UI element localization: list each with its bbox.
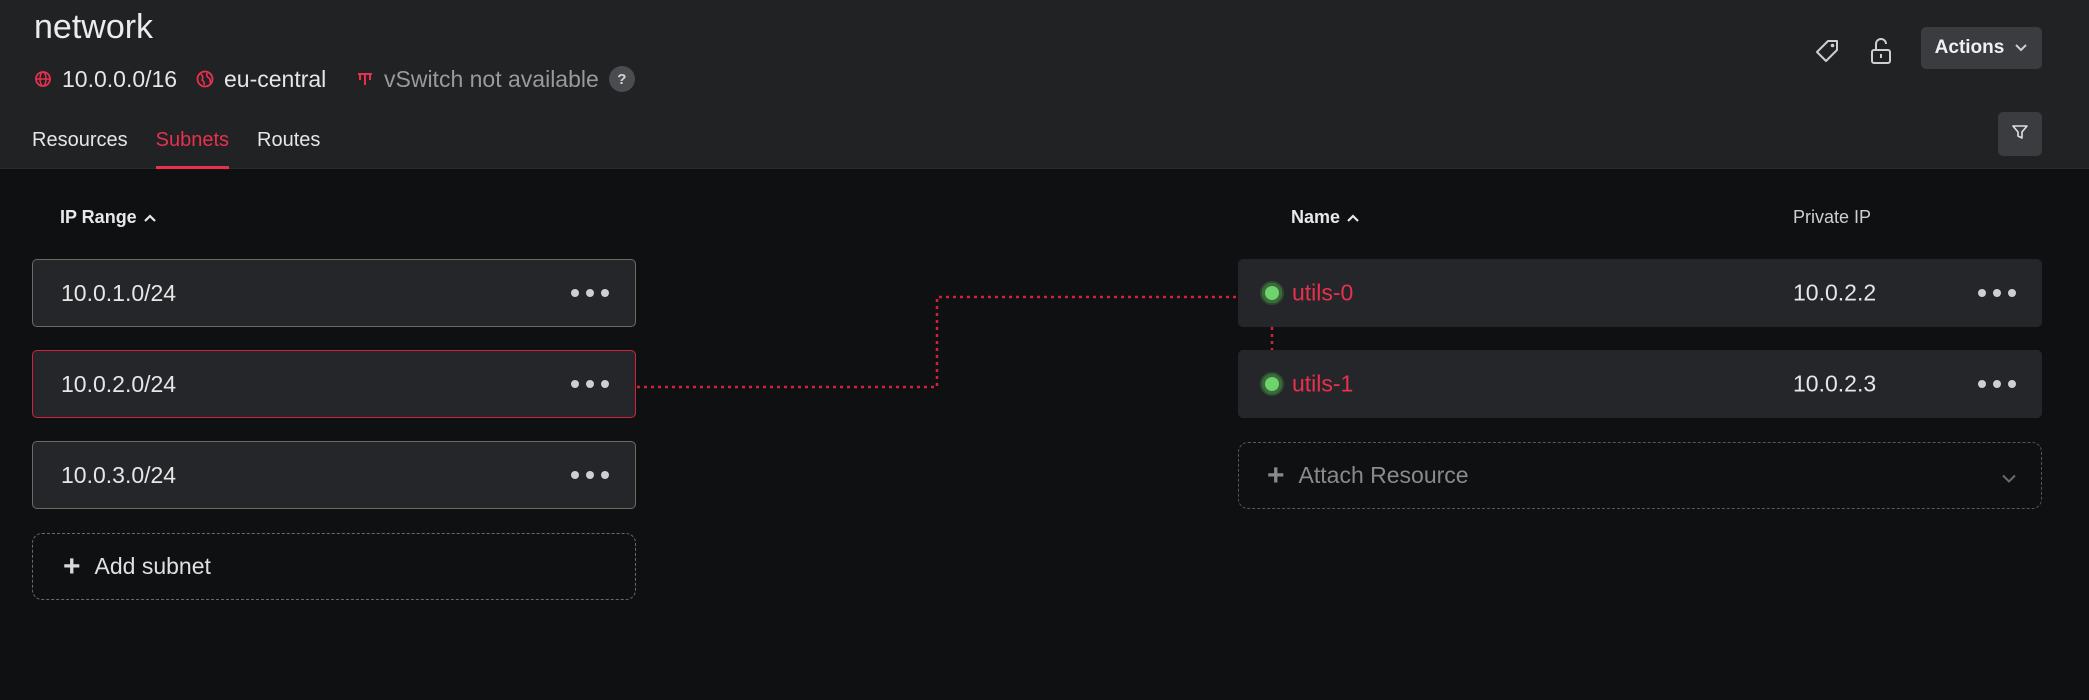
- status-running-icon: [1260, 372, 1284, 396]
- resource-private-ip: 10.0.2.2: [1793, 279, 1877, 306]
- resource-private-ip: 10.0.2.3: [1793, 370, 1877, 397]
- more-options-icon[interactable]: [1978, 289, 2016, 297]
- attach-resource-dropdown[interactable]: + Attach Resource: [1238, 442, 2042, 509]
- sort-up-icon: [1346, 207, 1360, 228]
- add-subnet-button[interactable]: + Add subnet: [32, 533, 636, 600]
- subnet-row[interactable]: 10.0.2.0/24: [32, 350, 636, 418]
- plus-icon: +: [63, 549, 81, 583]
- chevron-down-icon: [2014, 37, 2028, 59]
- ip-range-column-header[interactable]: IP Range: [60, 207, 157, 228]
- attach-resource-label: Attach Resource: [1298, 462, 1469, 488]
- vswitch-status: vSwitch not available ?: [354, 64, 635, 94]
- tab-routes[interactable]: Routes: [257, 126, 320, 169]
- more-options-icon[interactable]: [1978, 380, 2016, 388]
- ip-range-text: 10.0.0.0/16: [62, 65, 178, 92]
- filter-button[interactable]: [1998, 112, 2042, 156]
- subnet-row[interactable]: 10.0.1.0/24: [32, 259, 636, 327]
- subnet-range: 10.0.1.0/24: [61, 279, 177, 306]
- private-ip-header-label: Private IP: [1793, 207, 1872, 227]
- subnet-range: 10.0.2.0/24: [61, 370, 177, 397]
- chevron-down-icon: [2001, 462, 2017, 489]
- sort-up-icon: [143, 207, 157, 228]
- vswitch-text: vSwitch not available: [384, 65, 599, 92]
- more-options-icon[interactable]: [571, 289, 609, 297]
- vswitch-icon: [354, 68, 376, 90]
- name-column-header[interactable]: Name: [1291, 207, 1360, 228]
- network-ip-range: 10.0.0.0/16: [32, 64, 177, 94]
- private-ip-column-header[interactable]: Private IP: [1793, 207, 1871, 228]
- resource-row[interactable]: utils-1 10.0.2.3: [1238, 350, 2042, 418]
- page-header: network 10.0.0.0/16 eu-central vSwitch n…: [0, 0, 2089, 169]
- globe-icon: [32, 68, 54, 90]
- status-running-icon: [1260, 281, 1284, 305]
- tab-bar: Resources Subnets Routes: [32, 126, 320, 169]
- more-options-icon[interactable]: [571, 380, 609, 388]
- more-options-icon[interactable]: [571, 471, 609, 479]
- location-icon: [194, 68, 216, 90]
- resource-name-link[interactable]: utils-1: [1292, 371, 1353, 398]
- filter-icon: [2011, 123, 2029, 146]
- resource-row[interactable]: utils-0 10.0.2.2: [1238, 259, 2042, 327]
- location-text: eu-central: [224, 65, 327, 92]
- subnet-row[interactable]: 10.0.3.0/24: [32, 441, 636, 509]
- name-header-label: Name: [1291, 207, 1341, 227]
- tag-icon[interactable]: [1810, 34, 1844, 68]
- network-location: eu-central: [194, 64, 326, 94]
- resource-name-link[interactable]: utils-0: [1292, 280, 1353, 307]
- lock-open-icon[interactable]: [1864, 34, 1898, 68]
- page-title: network: [34, 8, 154, 46]
- ip-range-header-label: IP Range: [60, 207, 137, 227]
- actions-button[interactable]: Actions: [1921, 27, 2042, 69]
- actions-label: Actions: [1934, 37, 2005, 58]
- plus-icon: +: [1267, 458, 1285, 492]
- subnet-range: 10.0.3.0/24: [61, 461, 177, 488]
- tab-subnets[interactable]: Subnets: [155, 126, 230, 169]
- add-subnet-label: Add subnet: [94, 553, 211, 579]
- tab-resources[interactable]: Resources: [32, 126, 128, 169]
- help-icon[interactable]: ?: [608, 66, 635, 92]
